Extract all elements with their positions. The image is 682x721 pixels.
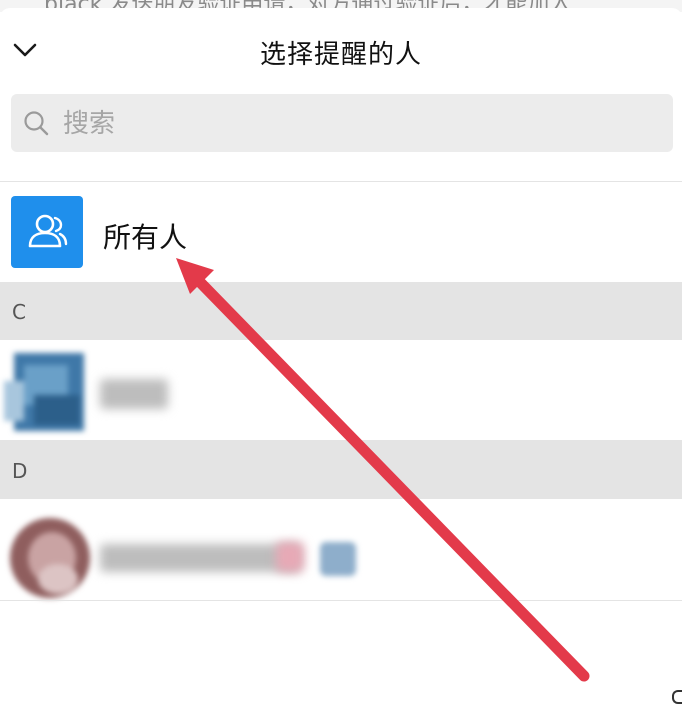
contact-name-emoji <box>276 542 304 572</box>
page-title: 选择提醒的人 <box>259 40 422 70</box>
section-header-d: D <box>0 441 682 499</box>
header: 选择提醒的人 <box>0 8 682 88</box>
avatar <box>4 351 94 433</box>
section-letter: D <box>12 459 28 483</box>
avatar <box>10 518 90 598</box>
corner-glyph <box>672 690 682 704</box>
contact-name <box>100 544 300 572</box>
divider <box>0 600 682 601</box>
reminder-picker-sheet: 选择提醒的人 所有人 C <box>0 8 682 721</box>
contact-row[interactable] <box>0 500 682 600</box>
contact-name <box>100 379 168 409</box>
search-input[interactable] <box>61 94 665 154</box>
contact-row[interactable] <box>0 341 682 441</box>
group-people-icon <box>28 214 68 248</box>
list-item-everyone[interactable]: 所有人 <box>0 182 682 282</box>
search-box[interactable] <box>11 94 673 154</box>
section-letter: C <box>12 300 26 324</box>
contact-badge <box>320 542 356 576</box>
search-icon <box>24 111 49 136</box>
section-header-c: C <box>0 282 682 340</box>
everyone-label: 所有人 <box>103 221 188 254</box>
everyone-avatar <box>11 196 83 268</box>
